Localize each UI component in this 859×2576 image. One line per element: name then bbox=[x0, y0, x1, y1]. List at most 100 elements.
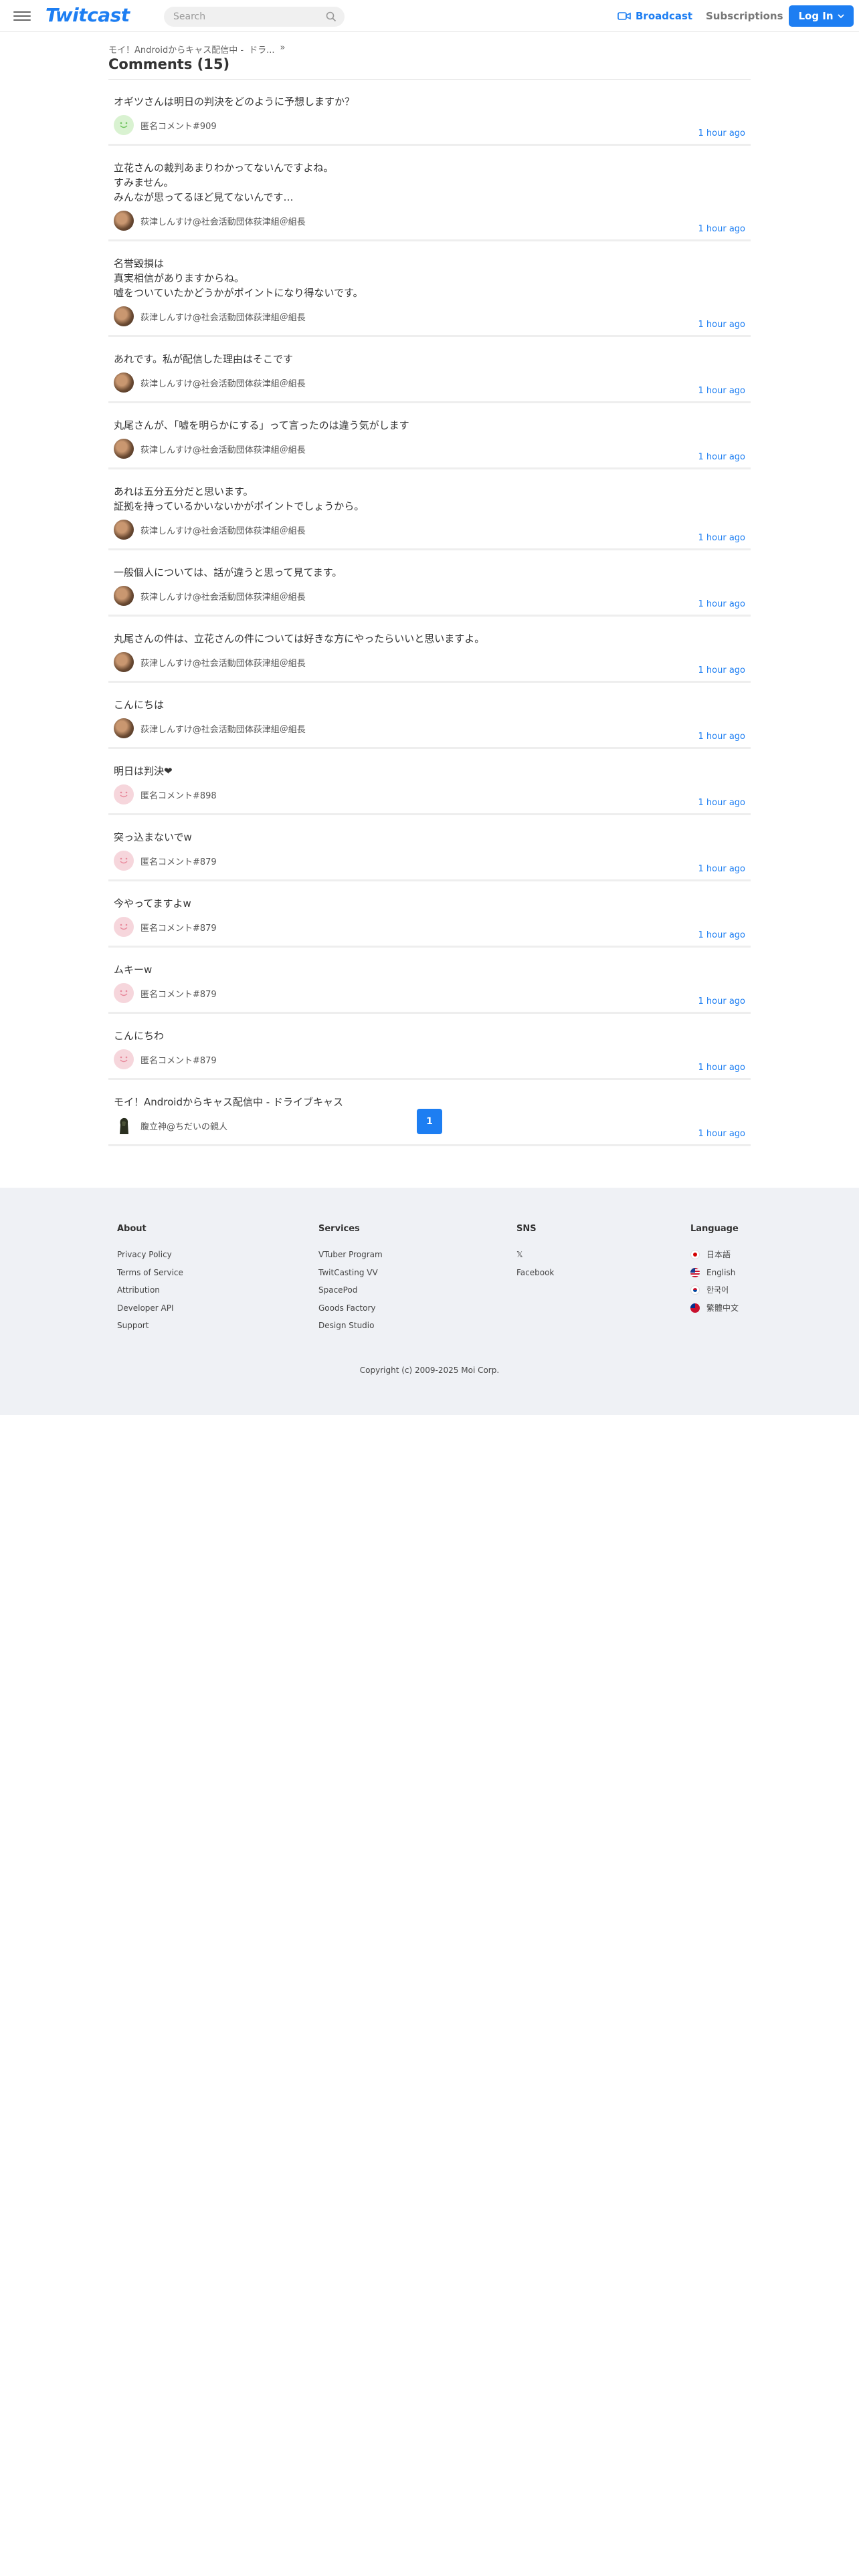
avatar[interactable] bbox=[114, 718, 134, 738]
language-traditional-chinese[interactable]: 繁體中文 bbox=[690, 1299, 739, 1317]
us-flag-icon bbox=[690, 1267, 700, 1277]
anonymous-avatar[interactable] bbox=[114, 115, 134, 135]
footer-link-terms-of-service[interactable]: Terms of Service bbox=[117, 1264, 183, 1282]
comment-timestamp[interactable]: 1 hour ago bbox=[698, 864, 745, 874]
pagination-page-1[interactable]: 1 bbox=[417, 1109, 442, 1134]
footer-link-attribution[interactable]: Attribution bbox=[117, 1281, 183, 1299]
footer-link-design-studio[interactable]: Design Studio bbox=[318, 1317, 383, 1335]
comment-text: こんにちは bbox=[114, 699, 165, 711]
anonymous-avatar[interactable] bbox=[114, 917, 134, 937]
language-korean[interactable]: 한국어 bbox=[690, 1281, 739, 1299]
comment-username[interactable]: 荻津しんすけ@社会活動団体荻津組＠組長 bbox=[140, 215, 306, 227]
chevron-down-icon bbox=[837, 13, 844, 18]
comment-timestamp[interactable]: 1 hour ago bbox=[698, 599, 745, 609]
comment-text: ムキーw bbox=[114, 964, 153, 976]
avatar[interactable] bbox=[114, 586, 134, 606]
comment-item: 立花さんの裁判あまりわかってないんですよね。 すみません。 みんなが思ってるほど… bbox=[108, 146, 751, 241]
avatar[interactable] bbox=[114, 520, 134, 540]
comment-timestamp[interactable]: 1 hour ago bbox=[698, 533, 745, 543]
comment-username[interactable]: 荻津しんすけ@社会活動団体荻津組＠組長 bbox=[140, 443, 306, 455]
avatar[interactable] bbox=[114, 372, 134, 393]
anonymous-avatar[interactable] bbox=[114, 851, 134, 871]
avatar[interactable] bbox=[114, 1115, 134, 1136]
comment-item: 明日は判決❤ 匿名コメント#898 1 hour ago bbox=[108, 749, 751, 815]
comment-timestamp[interactable]: 1 hour ago bbox=[698, 452, 745, 462]
footer-sns: SNS 𝕏 Facebook bbox=[516, 1224, 554, 1281]
search-input[interactable] bbox=[173, 11, 320, 23]
login-button[interactable]: Log In bbox=[789, 5, 854, 27]
subscriptions-link[interactable]: Subscriptions bbox=[706, 10, 783, 22]
avatar[interactable] bbox=[114, 211, 134, 231]
comment-timestamp[interactable]: 1 hour ago bbox=[698, 1129, 745, 1139]
comment-username[interactable]: 荻津しんすけ@社会活動団体荻津組＠組長 bbox=[140, 590, 306, 603]
search-icon[interactable] bbox=[326, 11, 337, 22]
comment-username[interactable]: 荻津しんすけ@社会活動団体荻津組＠組長 bbox=[140, 722, 306, 735]
comment-timestamp[interactable]: 1 hour ago bbox=[698, 1063, 745, 1073]
language-japanese[interactable]: 日本語 bbox=[690, 1246, 739, 1264]
breadcrumb-item-live[interactable]: モイ！Androidからキャス配信中 - bbox=[108, 43, 244, 56]
comment-list: オギツさんは明日の判決をどのように予想しますか？ 匿名コメント#909 1 hour… bbox=[108, 79, 751, 1146]
comment-meta: 荻津しんすけ@社会活動団体荻津組＠組長 bbox=[114, 519, 745, 540]
avatar[interactable] bbox=[114, 439, 134, 459]
comment-timestamp[interactable]: 1 hour ago bbox=[698, 224, 745, 234]
twitcast-logo[interactable]: Twitcast bbox=[45, 4, 130, 26]
anonymous-avatar[interactable] bbox=[114, 1049, 134, 1069]
footer-link-facebook[interactable]: Facebook bbox=[516, 1264, 554, 1282]
comment-timestamp[interactable]: 1 hour ago bbox=[698, 996, 745, 1006]
copyright: Copyright (c) 2009-2025 Moi Corp. bbox=[359, 1366, 500, 1375]
comment-username[interactable]: 腹立神@ちだいの親人 bbox=[140, 1119, 227, 1132]
comment-item: 一般個人については、話が違うと思って見てます。荻津しんすけ@社会活動団体荻津組＠… bbox=[108, 550, 751, 617]
menu-icon[interactable] bbox=[13, 9, 31, 23]
comment-timestamp[interactable]: 1 hour ago bbox=[698, 798, 745, 808]
breadcrumb-item-title[interactable]: ドラ... bbox=[249, 43, 274, 56]
comment-meta: 荻津しんすけ@社会活動団体荻津組＠組長 bbox=[114, 718, 745, 739]
comment-timestamp[interactable]: 1 hour ago bbox=[698, 320, 745, 330]
japan-flag-icon bbox=[690, 1250, 700, 1260]
search-box[interactable] bbox=[164, 7, 345, 27]
comment-meta: 匿名コメント#879 bbox=[114, 916, 745, 938]
comment-username[interactable]: 荻津しんすけ@社会活動団体荻津組＠組長 bbox=[140, 310, 306, 323]
comment-username[interactable]: 匿名コメント#879 bbox=[140, 987, 217, 1000]
comment-item: 名誉毀損は 真実相信がありますからね。 嘘をついていたかどうかがポイントになり得… bbox=[108, 241, 751, 337]
avatar[interactable] bbox=[114, 306, 134, 326]
comment-item: 丸尾さんの件は、立花さんの件については好きな方にやったらいいと思いますよ。荻津し… bbox=[108, 617, 751, 683]
comment-username[interactable]: 匿名コメント#898 bbox=[140, 788, 217, 801]
comment-username[interactable]: 匿名コメント#909 bbox=[140, 119, 217, 132]
footer-link-goods-factory[interactable]: Goods Factory bbox=[318, 1299, 383, 1317]
comment-text: 突っ込まないでw bbox=[114, 831, 192, 843]
footer-link-twitcasting-vv[interactable]: TwitCasting VV bbox=[318, 1264, 383, 1282]
comment-timestamp[interactable]: 1 hour ago bbox=[698, 732, 745, 742]
comment-username[interactable]: 荻津しんすけ@社会活動団体荻津組＠組長 bbox=[140, 656, 306, 669]
taiwan-flag-icon bbox=[690, 1303, 700, 1313]
broadcast-link[interactable]: Broadcast bbox=[617, 9, 692, 23]
comment-timestamp[interactable]: 1 hour ago bbox=[698, 128, 745, 138]
comment-username[interactable]: 荻津しんすけ@社会活動団体荻津組＠組長 bbox=[140, 524, 306, 536]
comment-text: 立花さんの裁判あまりわかってないんですよね。 すみません。 みんなが思ってるほど… bbox=[114, 162, 334, 203]
comment-timestamp[interactable]: 1 hour ago bbox=[698, 386, 745, 396]
language-label: 繁體中文 bbox=[706, 1303, 739, 1313]
anonymous-avatar[interactable] bbox=[114, 983, 134, 1003]
comment-username[interactable]: 匿名コメント#879 bbox=[140, 1053, 217, 1066]
footer-link-vtuber-program[interactable]: VTuber Program bbox=[318, 1246, 383, 1264]
footer-about: About Privacy Policy Terms of Service At… bbox=[117, 1224, 183, 1335]
footer-link-x[interactable]: 𝕏 bbox=[516, 1246, 554, 1264]
anonymous-avatar[interactable] bbox=[114, 784, 134, 804]
comment-text: 丸尾さんの件は、立花さんの件については好きな方にやったらいいと思いますよ。 bbox=[114, 633, 485, 645]
comment-username[interactable]: 匿名コメント#879 bbox=[140, 921, 217, 934]
footer-link-developer-api[interactable]: Developer API bbox=[117, 1299, 183, 1317]
footer-link-privacy-policy[interactable]: Privacy Policy bbox=[117, 1246, 183, 1264]
comment-meta: 匿名コメント#879 bbox=[114, 850, 745, 871]
avatar[interactable] bbox=[114, 652, 134, 672]
comment-meta: 荻津しんすけ@社会活動団体荻津組＠組長 bbox=[114, 585, 745, 607]
comment-timestamp[interactable]: 1 hour ago bbox=[698, 930, 745, 940]
language-label: 한국어 bbox=[706, 1285, 729, 1295]
comment-timestamp[interactable]: 1 hour ago bbox=[698, 665, 745, 675]
footer-sns-title: SNS bbox=[516, 1224, 537, 1234]
footer-link-spacepod[interactable]: SpacePod bbox=[318, 1281, 383, 1299]
comment-username[interactable]: 荻津しんすけ@社会活動団体荻津組＠組長 bbox=[140, 377, 306, 389]
comment-text: 一般個人については、話が違うと思って見てます。 bbox=[114, 566, 343, 578]
comment-item: あれは五分五分だと思います。 証拠を持っているかいないかがポイントでしょうから。… bbox=[108, 469, 751, 550]
comment-username[interactable]: 匿名コメント#879 bbox=[140, 855, 217, 867]
footer-link-support[interactable]: Support bbox=[117, 1317, 183, 1335]
language-english[interactable]: English bbox=[690, 1264, 739, 1282]
